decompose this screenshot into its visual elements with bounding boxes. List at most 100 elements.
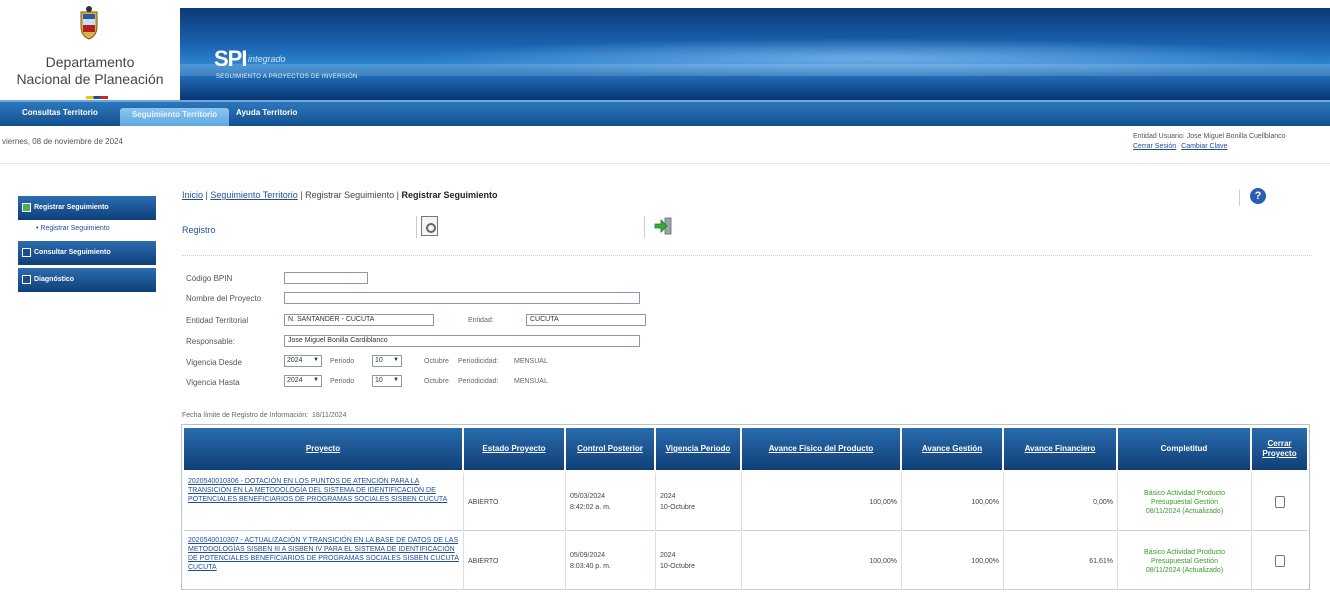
expand-icon (22, 275, 31, 284)
tab-consultas-territorio[interactable]: Consultas Territorio (10, 106, 110, 122)
periodicidad-desde-label: Periodicidad: (458, 358, 499, 365)
user-name: Jose Miguel Bonilla Cuellblanco (1186, 133, 1286, 140)
fecha-limite: Fecha límite de Registro de Información:… (182, 412, 346, 419)
chevron-down-icon: ▼ (393, 357, 399, 363)
responsable-label: Responsable: (186, 337, 235, 346)
periodicidad-desde-value: MENSUAL (514, 358, 548, 365)
user-info: Entidad Usuario: Jose Miguel Bonilla Cue… (1133, 132, 1286, 152)
vigencia-periodo: 10-Octubre (660, 504, 696, 511)
logout-link[interactable]: Cerrar Sesión (1133, 143, 1176, 150)
tab-seguimiento-territorio[interactable]: Seguimiento Territorio (120, 108, 230, 126)
control-fecha: 05/09/2024 (570, 552, 606, 559)
app-description: SEGUIMIENTO A PROYECTOS DE INVERSIÓN (216, 74, 358, 80)
vigencia-desde-select[interactable]: 2024 ▼ (284, 355, 322, 367)
coat-of-arms-icon (80, 6, 98, 40)
col-estado-proyecto[interactable]: Estado Proyecto (464, 428, 564, 470)
avance-financiero-cell: 0,00% (1004, 473, 1118, 531)
col-cerrar-proyecto[interactable]: Cerrar Proyecto (1252, 428, 1307, 470)
periodo-hasta-select[interactable]: 10 ▼ (372, 375, 402, 387)
completitud-line3: 08/11/2024 (Actualizado) (1145, 507, 1224, 515)
col-control-posterior[interactable]: Control Posterior (566, 428, 654, 470)
project-link[interactable]: 2020540010306 - DOTACIÓN EN LOS PUNTOS D… (184, 473, 464, 531)
control-fecha: 05/03/2024 (570, 493, 606, 500)
periodicidad-hasta-label: Periodicidad: (458, 378, 499, 385)
vigencia-hasta-select[interactable]: 2024 ▼ (284, 375, 322, 387)
cerrar-cell (1252, 532, 1307, 590)
dnp-logo: Departamento Nacional de Planeación (0, 0, 180, 100)
avance-fisico-cell: 100,00% (742, 473, 902, 531)
completitud-cell: Básico Actividad Producto Presupuestal Ge… (1118, 532, 1252, 590)
completitud-line1: Básico Actividad Producto (1144, 548, 1225, 556)
mes-hasta: Octubre (424, 378, 449, 385)
vigencia-desde-value: 2024 (287, 357, 303, 364)
periodo-hasta-label: Periodo (330, 378, 355, 385)
sidebar-subitem-registrar-seguimiento[interactable]: • Registrar Seguimiento (36, 225, 110, 232)
change-password-link[interactable]: Cambiar Clave (1181, 143, 1227, 150)
fecha-limite-label: Fecha límite de Registro de Información: (182, 412, 309, 419)
nombre-proyecto-input[interactable] (284, 292, 640, 304)
periodo-desde-select[interactable]: 10 ▼ (372, 355, 402, 367)
col-proyecto[interactable]: Proyecto (184, 428, 462, 470)
divider (0, 163, 1330, 164)
breadcrumb-seguimiento[interactable]: Seguimiento Territorio (210, 190, 297, 200)
codigo-bpin-input[interactable] (284, 272, 368, 284)
tab-ayuda-territorio[interactable]: Ayuda Territorio (224, 106, 309, 122)
chevron-down-icon: ▼ (313, 377, 319, 383)
help-icon[interactable]: ? (1250, 188, 1266, 204)
search-document-icon[interactable] (421, 216, 438, 236)
sidebar-item-diagnostico[interactable]: Diagnóstico (18, 268, 156, 292)
vigencia-anio: 2024 (660, 493, 676, 500)
col-avance-fisico[interactable]: Avance Físico del Producto (742, 428, 900, 470)
sidebar-item-consultar-seguimiento[interactable]: Consultar Seguimiento (18, 241, 156, 265)
vigencia-desde-label: Vigencia Desde (186, 358, 242, 367)
separator (644, 216, 645, 238)
nombre-proyecto-label: Nombre del Proyecto (186, 294, 262, 303)
codigo-bpin-label: Código BPIN (186, 274, 233, 283)
header-banner: SPI integrado SEGUIMIENTO A PROYECTOS DE… (180, 8, 1330, 100)
control-hora: 8:03:40 p. m. (570, 563, 611, 570)
enter-arrow-icon[interactable] (654, 217, 674, 235)
separator (416, 216, 417, 238)
section-title: Registro (182, 225, 216, 235)
flag-stripe (86, 96, 108, 99)
periodo-desde-label: Periodo (330, 358, 355, 365)
bullet-icon: • (36, 225, 39, 232)
breadcrumb-home[interactable]: Inicio (182, 190, 203, 200)
main-nav: Consultas Territorio Seguimiento Territo… (0, 100, 1330, 126)
col-completitud: Completitud (1118, 428, 1250, 470)
avance-financiero-cell: 61,61% (1004, 532, 1118, 590)
responsable-input[interactable]: Jose Miguel Bonilla Cardiblanco (284, 335, 640, 347)
sidebar-item-label: Diagnóstico (34, 276, 75, 283)
cerrar-cell (1252, 473, 1307, 531)
col-vigencia-periodo[interactable]: Vigencia Periodo (656, 428, 740, 470)
org-name-line2: Nacional de Planeación (16, 71, 164, 87)
sidebar-subitem-label: Registrar Seguimiento (40, 225, 110, 232)
app-logo: SPI (214, 46, 247, 71)
entity-user-label: Entidad Usuario: (1133, 133, 1185, 140)
control-posterior-cell: 05/09/2024 8:03:40 p. m. (566, 532, 656, 590)
vigencia-periodo: 10-Octubre (660, 563, 696, 570)
vigencia-hasta-value: 2024 (287, 377, 303, 384)
sidebar-item-registrar-seguimiento[interactable]: Registrar Seguimiento (18, 196, 156, 220)
entidad-territorial-input[interactable]: N. SANTANDER - CUCUTA (284, 314, 434, 326)
col-avance-gestion[interactable]: Avance Gestión (902, 428, 1002, 470)
table-row: 2020540010306 - DOTACIÓN EN LOS PUNTOS D… (184, 473, 1307, 531)
col-avance-financiero[interactable]: Avance Financiero (1004, 428, 1116, 470)
vigencia-cell: 2024 10-Octubre (656, 473, 742, 531)
vigencia-anio: 2024 (660, 552, 676, 559)
vigencia-hasta-label: Vigencia Hasta (186, 378, 240, 387)
cerrar-proyecto-checkbox[interactable] (1274, 555, 1285, 567)
completitud-cell: Básico Actividad Producto Presupuestal Ge… (1118, 473, 1252, 531)
sidebar-item-label: Consultar Seguimiento (34, 249, 111, 256)
periodicidad-hasta-value: MENSUAL (514, 378, 548, 385)
expand-icon (22, 203, 31, 212)
chevron-down-icon: ▼ (393, 377, 399, 383)
project-link[interactable]: 2020540010307 - ACTUALIZACIÓN Y TRANSICI… (184, 532, 464, 590)
breadcrumb-registrar: Registrar Seguimiento (305, 190, 395, 200)
avance-fisico-cell: 100,00% (742, 532, 902, 590)
estado-cell: ABIERTO (464, 532, 566, 590)
periodo-desde-value: 10 (375, 357, 383, 364)
entidad-input[interactable]: CUCUTA (526, 314, 646, 326)
completitud-line1: Básico Actividad Producto (1144, 489, 1225, 497)
cerrar-proyecto-checkbox[interactable] (1274, 496, 1285, 508)
